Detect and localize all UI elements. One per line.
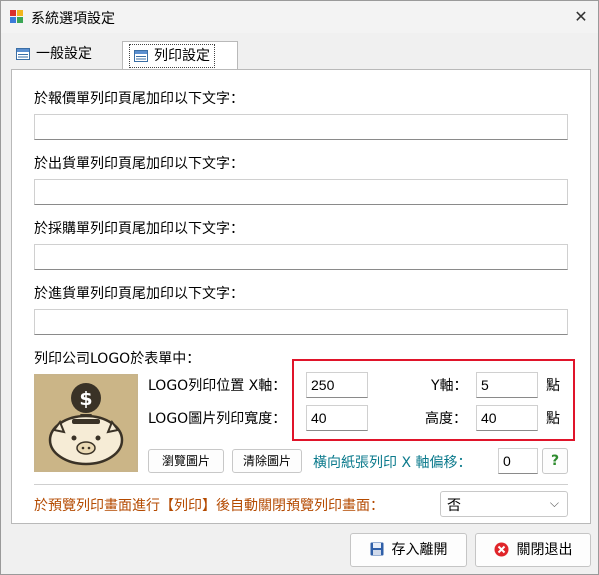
quote-footer-label: 於報價單列印頁尾加印以下文字： [34,91,244,107]
tab-grid-icon [134,50,148,62]
close-icon[interactable]: ✕ [569,5,593,29]
close-exit-label: 關閉退出 [516,542,573,558]
svg-text:$: $ [79,388,92,410]
tab-grid-icon [16,48,30,60]
purchase-footer-label: 於採購單列印頁尾加印以下文字： [34,221,244,237]
auto-close-label: 於預覽列印畫面進行【列印】後自動關閉預覽列印畫面： [34,498,384,514]
landscape-offset-input[interactable] [498,448,538,474]
section-divider [34,484,568,485]
highlight-box [292,359,575,441]
tab-general-label: 一般設定 [36,46,92,62]
save-exit-button[interactable]: 存入離開 [350,533,467,567]
save-icon [370,542,383,556]
logo-preview-image[interactable]: $ [34,374,138,472]
shipment-footer-label: 於出貨單列印頁尾加印以下文字： [34,156,244,172]
purchase-footer-input[interactable] [34,244,568,270]
help-button[interactable]: ? [542,448,568,474]
app-icon [10,10,23,23]
logo-position-label: LOGO列印位置 X軸： [148,378,287,394]
dialog-window: 系統選項設定 ✕ 一般設定 列印設定 於報價單列印頁尾加印以下文字： 於出貨單列… [0,0,599,575]
tab-print-label: 列印設定 [154,48,210,64]
tab-general-settings[interactable]: 一般設定 [10,41,114,69]
tab-print-settings[interactable]: 列印設定 [122,41,238,70]
quote-footer-input[interactable] [34,114,568,140]
save-exit-label: 存入離開 [391,542,448,558]
landscape-offset-label: 橫向紙張列印 X 軸偏移： [313,455,472,471]
print-settings-panel: 於報價單列印頁尾加印以下文字： 於出貨單列印頁尾加印以下文字： 於採購單列印頁尾… [11,69,591,524]
auto-close-value: 否 [447,498,461,514]
cancel-icon [494,542,508,556]
receiving-footer-input[interactable] [34,309,568,335]
shipment-footer-input[interactable] [34,179,568,205]
logo-section-label: 列印公司LOGO於表單中： [34,351,201,367]
title-bar: 系統選項設定 ✕ [1,1,598,33]
chevron-down-icon: ⌵ [549,496,559,510]
logo-width-label: LOGO圖片列印寬度： [148,411,287,427]
close-exit-button[interactable]: 關閉退出 [475,533,591,567]
browse-image-button[interactable]: 瀏覽圖片 [148,449,224,473]
auto-close-select[interactable]: 否 ⌵ [440,491,568,517]
receiving-footer-label: 於進貨單列印頁尾加印以下文字： [34,286,244,302]
clear-image-button[interactable]: 清除圖片 [232,449,302,473]
window-title: 系統選項設定 [31,11,115,27]
